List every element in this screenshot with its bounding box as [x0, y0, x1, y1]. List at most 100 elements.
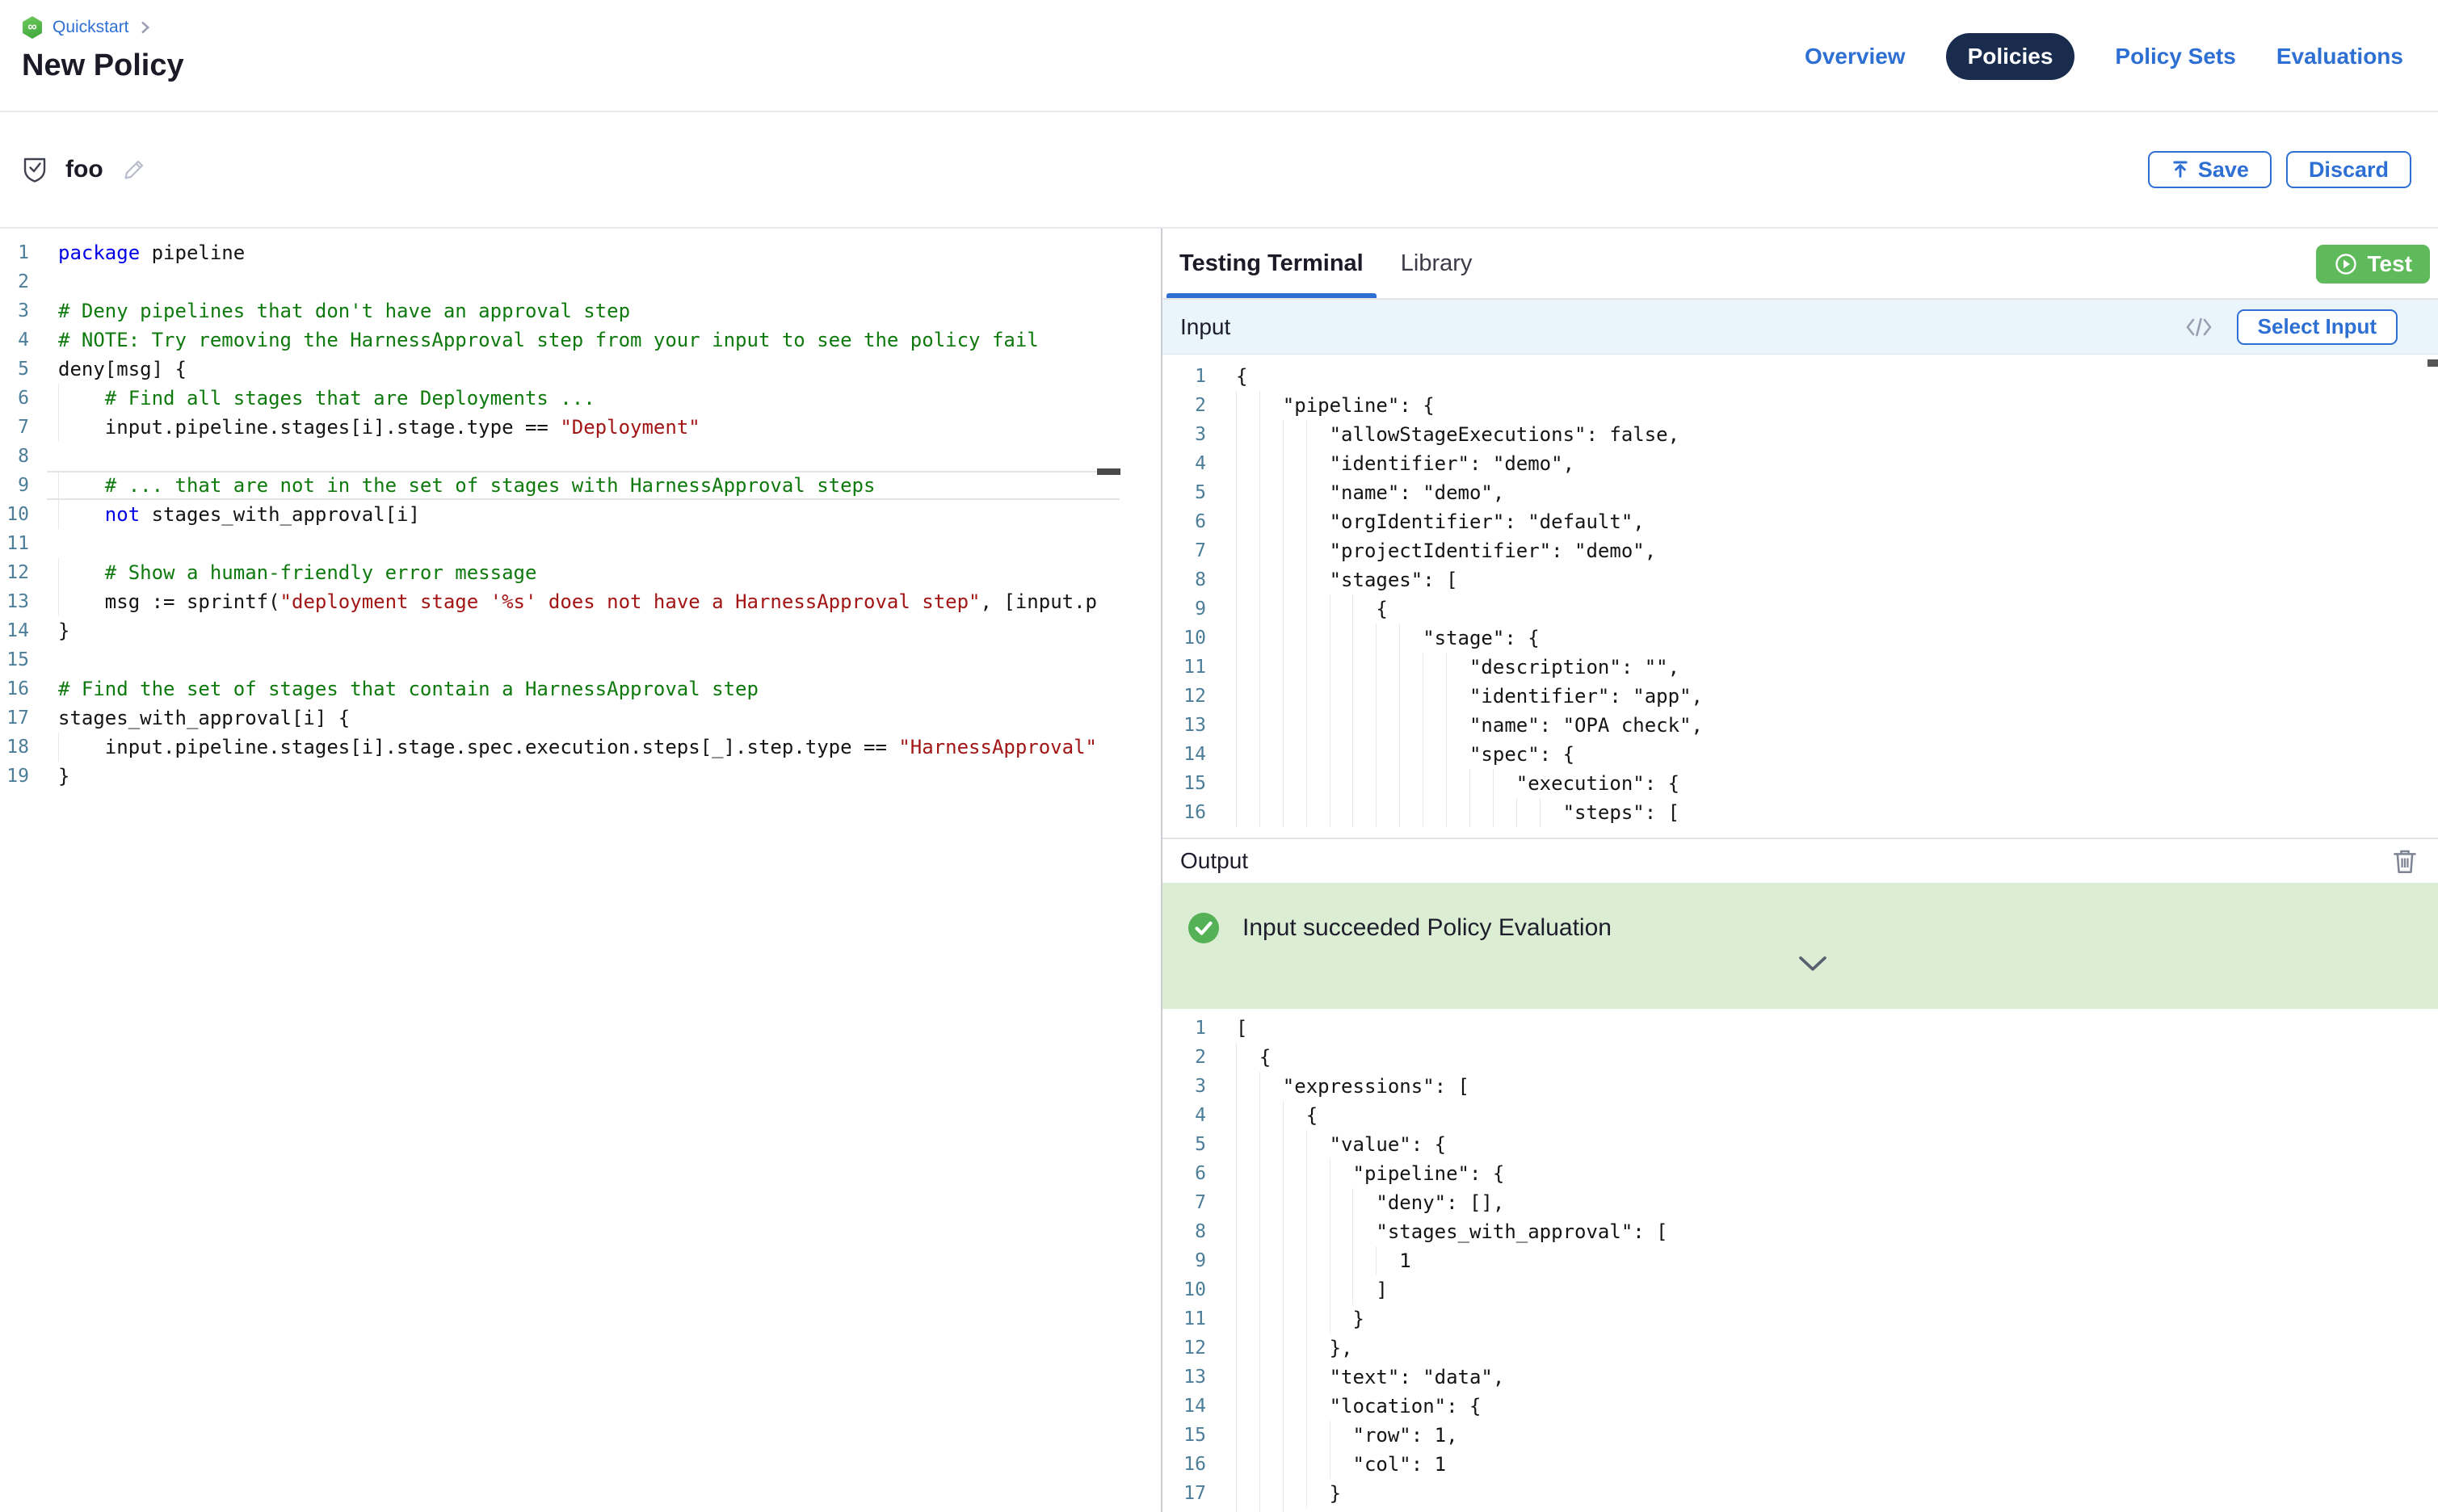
code-line[interactable]: 7 "projectIdentifier": "demo", — [1162, 536, 2438, 565]
discard-button[interactable]: Discard — [2286, 151, 2411, 188]
indent-guide — [1236, 1246, 1237, 1275]
code-line[interactable]: 13 msg := sprintf("deployment stage '%s'… — [0, 587, 1161, 616]
code-line[interactable]: 15 "execution": { — [1162, 769, 2438, 798]
code-line[interactable]: 6 "orgIdentifier": "default", — [1162, 507, 2438, 536]
tab-library[interactable]: Library — [1388, 229, 1486, 298]
code-line[interactable]: 16 "col": 1 — [1162, 1450, 2438, 1479]
code-line[interactable]: 1[ — [1162, 1014, 2438, 1043]
line-number: 17 — [1162, 1479, 1227, 1508]
code-line[interactable]: 1package pipeline — [0, 238, 1161, 267]
indent-guide — [1283, 1421, 1284, 1450]
code-line[interactable]: 8 "stages": [ — [1162, 565, 2438, 594]
indent-guide — [1259, 1363, 1260, 1392]
code-line[interactable]: 2 { — [1162, 1043, 2438, 1072]
code-line[interactable]: 3# Deny pipelines that don't have an app… — [0, 296, 1161, 326]
code-line[interactable]: 3 "expressions": [ — [1162, 1072, 2438, 1101]
line-number: 5 — [0, 355, 48, 384]
indent-guide — [1306, 1421, 1307, 1450]
indent-guide — [1236, 624, 1237, 653]
code-line[interactable]: 9 1 — [1162, 1246, 2438, 1275]
code-line[interactable]: 14 "location": { — [1162, 1392, 2438, 1421]
breadcrumb-link-quickstart[interactable]: Quickstart — [53, 18, 129, 37]
input-json-editor[interactable]: 1{2 "pipeline": {3 "allowStageExecutions… — [1162, 355, 2438, 839]
code-line[interactable]: 16 "steps": [ — [1162, 798, 2438, 827]
code-line[interactable]: 8 — [0, 442, 1161, 471]
code-line[interactable]: 13 "name": "OPA check", — [1162, 711, 2438, 740]
tab-testing-terminal[interactable]: Testing Terminal — [1166, 229, 1377, 298]
code-line[interactable]: 11 "description": "", — [1162, 653, 2438, 682]
nav-item-overview[interactable]: Overview — [1805, 44, 1906, 69]
code-line[interactable]: 9 # ... that are not in the set of stage… — [0, 471, 1161, 500]
code-line[interactable]: 2 — [0, 267, 1161, 296]
code-line[interactable]: 17stages_with_approval[i] { — [0, 704, 1161, 733]
chevron-down-icon[interactable] — [1797, 956, 1828, 973]
code-icon[interactable] — [2185, 316, 2213, 338]
code-line[interactable]: 10 "stage": { — [1162, 624, 2438, 653]
indent-guide — [1446, 653, 1447, 682]
select-input-button[interactable]: Select Input — [2237, 309, 2398, 345]
policy-code-editor[interactable]: 1package pipeline23# Deny pipelines that… — [0, 229, 1161, 1512]
indent-guide — [1283, 536, 1284, 565]
code-line[interactable]: 1{ — [1162, 362, 2438, 391]
code-line[interactable]: 5deny[msg] { — [0, 355, 1161, 384]
code-line[interactable]: 4 { — [1162, 1101, 2438, 1130]
code-line[interactable]: 18 } — [1162, 1508, 2438, 1512]
line-number: 11 — [1162, 653, 1227, 682]
test-button[interactable]: Test — [2316, 245, 2431, 284]
edit-name-button[interactable] — [121, 157, 147, 183]
indent-guide — [1283, 420, 1284, 449]
code-line[interactable]: 15 — [0, 645, 1161, 674]
code-line[interactable]: 3 "allowStageExecutions": false, — [1162, 420, 2438, 449]
code-line[interactable]: 14 "spec": { — [1162, 740, 2438, 769]
indent-guide — [1352, 653, 1353, 682]
line-number: 8 — [1162, 1217, 1227, 1246]
line-number: 2 — [0, 267, 48, 296]
code-line[interactable]: 6 "pipeline": { — [1162, 1159, 2438, 1188]
indent-guide — [1352, 711, 1353, 740]
harness-logo-icon: ∞ — [22, 16, 43, 39]
code-line[interactable]: 10 not stages_with_approval[i] — [0, 500, 1161, 529]
code-line[interactable]: 18 input.pipeline.stages[i].stage.spec.e… — [0, 733, 1161, 762]
indent-guide — [1283, 1246, 1284, 1275]
code-line[interactable]: 9 { — [1162, 594, 2438, 624]
indent-guide — [1306, 1130, 1307, 1159]
code-line[interactable]: 7 input.pipeline.stages[i].stage.type ==… — [0, 413, 1161, 442]
indent-guide — [1306, 507, 1307, 536]
indent-guide — [1283, 1130, 1284, 1159]
output-json-editor[interactable]: 1[2 {3 "expressions": [4 {5 "value": {6 … — [1162, 1009, 2438, 1512]
code-line[interactable]: 17 } — [1162, 1479, 2438, 1508]
code-line[interactable]: 4# NOTE: Try removing the HarnessApprova… — [0, 326, 1161, 355]
nav-item-evaluations[interactable]: Evaluations — [2276, 44, 2403, 69]
code-line[interactable]: 5 "name": "demo", — [1162, 478, 2438, 507]
indent-guide — [1376, 769, 1377, 798]
code-line[interactable]: 5 "value": { — [1162, 1130, 2438, 1159]
code-line[interactable]: 13 "text": "data", — [1162, 1363, 2438, 1392]
code-line[interactable]: 16# Find the set of stages that contain … — [0, 674, 1161, 704]
indent-guide — [1259, 798, 1260, 827]
indent-guide — [1259, 1392, 1260, 1421]
input-header-actions: Select Input — [2185, 309, 2398, 345]
code-line[interactable]: 12 "identifier": "app", — [1162, 682, 2438, 711]
save-button[interactable]: Save — [2148, 151, 2272, 188]
code-line[interactable]: 2 "pipeline": { — [1162, 391, 2438, 420]
line-number: 1 — [1162, 1014, 1227, 1043]
code-line[interactable]: 7 "deny": [], — [1162, 1188, 2438, 1217]
trash-icon[interactable] — [2393, 848, 2417, 874]
indent-guide — [1283, 798, 1284, 827]
code-line[interactable]: 10 ] — [1162, 1275, 2438, 1304]
nav-item-policies[interactable]: Policies — [1946, 33, 2075, 80]
code-line[interactable]: 14} — [0, 616, 1161, 645]
code-line[interactable]: 12 }, — [1162, 1334, 2438, 1363]
code-line[interactable]: 4 "identifier": "demo", — [1162, 449, 2438, 478]
code-line[interactable]: 11 — [0, 529, 1161, 558]
indent-guide — [1399, 798, 1400, 827]
code-line[interactable]: 12 # Show a human-friendly error message — [0, 558, 1161, 587]
code-line[interactable]: 8 "stages_with_approval": [ — [1162, 1217, 2438, 1246]
code-line[interactable]: 6 # Find all stages that are Deployments… — [0, 384, 1161, 413]
code-line[interactable]: 11 } — [1162, 1304, 2438, 1334]
code-line[interactable]: 15 "row": 1, — [1162, 1421, 2438, 1450]
nav-item-policy-sets[interactable]: Policy Sets — [2115, 44, 2235, 69]
indent-guide — [58, 500, 59, 529]
code-line[interactable]: 19} — [0, 762, 1161, 791]
page-header: ∞ Quickstart New Policy Overview Policie… — [0, 0, 2438, 111]
